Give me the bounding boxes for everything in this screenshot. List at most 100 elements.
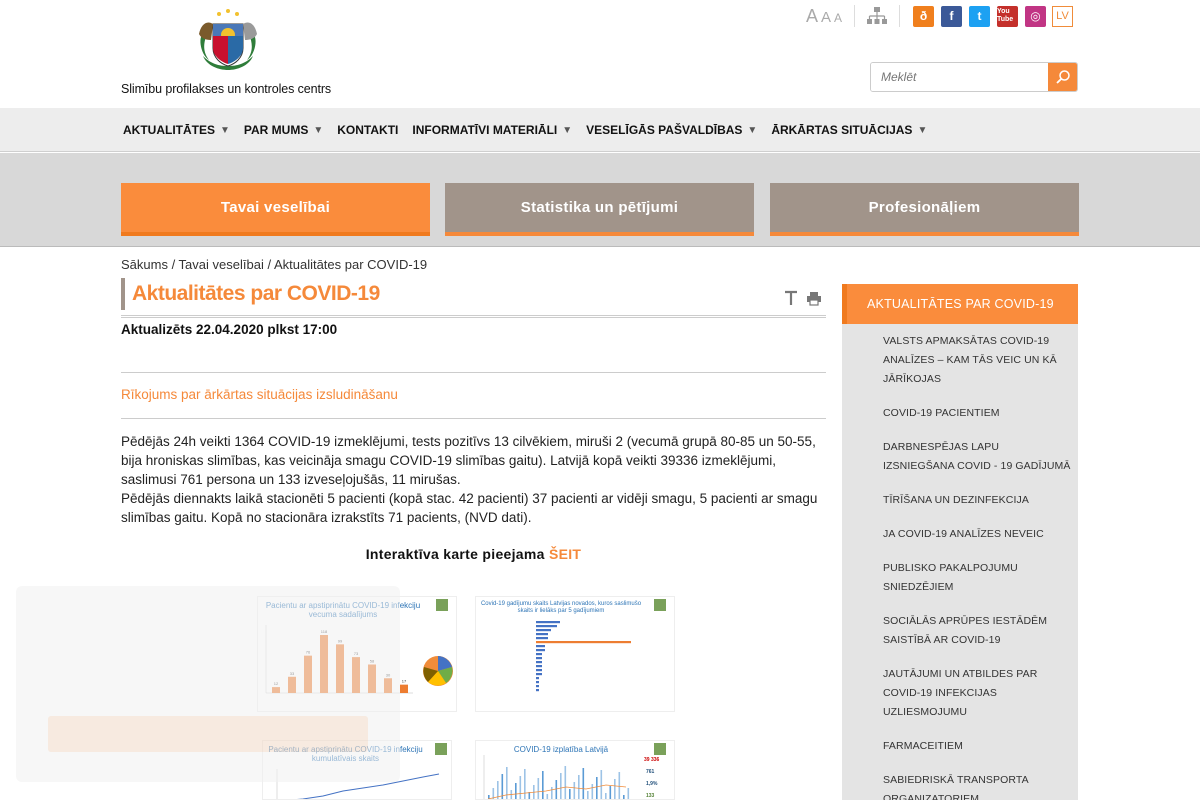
spread-bar bbox=[546, 794, 549, 799]
social-links: ð f t You Tube ◎ bbox=[913, 5, 1046, 27]
spread-bar bbox=[564, 766, 567, 799]
sidebar-item-cleaning[interactable]: Tīrīšana un dezinfekcija bbox=[883, 491, 1073, 510]
summary-paragraph-tests: Pēdējās 24h veikti 1364 COVID-19 izmeklē… bbox=[121, 434, 816, 487]
sidebar-item-faq[interactable]: Jautājumi un atbildes par COVID-19 infek… bbox=[883, 665, 1073, 722]
page-title-block: Aktualitātes par COVID-19 bbox=[121, 278, 826, 318]
search-icon bbox=[1055, 70, 1070, 84]
spread-bar bbox=[573, 782, 576, 799]
sidebar-item-no-tests[interactable]: Ja COVID-19 analīzes neveic bbox=[883, 525, 1073, 544]
nav-item-materials[interactable]: INFORMATĪVI MATERIĀLI ▼ bbox=[412, 123, 572, 137]
region-bar bbox=[536, 685, 539, 688]
spread-bar bbox=[488, 795, 490, 799]
spread-bar bbox=[551, 787, 553, 799]
nav-label: VESELĪGĀS PAŠVALDĪBAS bbox=[586, 123, 743, 137]
language-switch[interactable]: LV bbox=[1052, 5, 1073, 27]
sidebar: AKTUALITĀTES PAR COVID-19 Valsts apmaksā… bbox=[842, 284, 1078, 800]
regions-chart-thumbnail[interactable]: Covid-19 gadījumu skaits Latvijas novado… bbox=[475, 596, 675, 712]
sidebar-heading[interactable]: AKTUALITĀTES PAR COVID-19 bbox=[842, 284, 1078, 324]
spread-bar bbox=[587, 791, 589, 799]
covid-summary-text: Pēdējās 24h veikti 1364 COVID-19 izmeklē… bbox=[121, 432, 821, 527]
spread-bar bbox=[569, 789, 571, 799]
map-link[interactable]: ŠEIT bbox=[549, 546, 581, 562]
sidebar-item-sick-leave[interactable]: Darbnespējas lapu izsniegšana COVID - 19… bbox=[883, 438, 1073, 476]
region-bar bbox=[536, 649, 545, 652]
spread-stat-cases: 761 bbox=[646, 769, 655, 775]
sidebar-item-social-care[interactable]: Sociālās aprūpes iestādēm saistībā ar CO… bbox=[883, 612, 1073, 650]
facebook-icon[interactable]: f bbox=[941, 5, 962, 27]
text-size-icon[interactable] bbox=[784, 290, 798, 306]
spread-bar bbox=[555, 780, 558, 799]
twitter-icon[interactable]: t bbox=[969, 5, 990, 27]
sidebar-item-free-tests[interactable]: Valsts apmaksātas COVID-19 analīzes – ka… bbox=[883, 332, 1073, 389]
search-input[interactable] bbox=[871, 63, 1048, 91]
age-bar bbox=[400, 684, 408, 693]
sidebar-list: Valsts apmaksātas COVID-19 analīzes – ka… bbox=[883, 332, 1073, 800]
map-text: Interaktīva karte pieejama bbox=[365, 546, 545, 562]
nav-item-emergencies[interactable]: ĀRKĀRTAS SITUĀCIJAS ▼ bbox=[771, 123, 927, 137]
region-bar bbox=[536, 665, 542, 668]
sidebar-item-patients[interactable]: COVID-19 pacientiem bbox=[883, 404, 1073, 423]
spread-bar bbox=[537, 778, 540, 799]
spread-bar bbox=[578, 775, 580, 799]
spread-chart-thumbnail[interactable]: COVID-19 izplatība Latvijā 39 336 761 1,… bbox=[475, 740, 675, 800]
spread-bar bbox=[510, 790, 513, 799]
region-bar bbox=[536, 645, 545, 648]
chevron-down-icon: ▼ bbox=[220, 124, 230, 136]
region-bar bbox=[536, 633, 548, 636]
region-bar bbox=[536, 625, 557, 628]
spread-bar bbox=[519, 776, 522, 799]
font-size-medium-button[interactable]: A bbox=[821, 9, 831, 26]
site-header: Slimību profilakses un kontroles centrs … bbox=[0, 0, 1200, 108]
sidebar-item-pharmacists[interactable]: Farmaceitiem bbox=[883, 737, 1073, 756]
region-bar bbox=[536, 689, 539, 692]
regions-bar-chart bbox=[536, 599, 666, 692]
chevron-down-icon: ▼ bbox=[562, 124, 573, 136]
nav-label: ĀRKĀRTAS SITUĀCIJAS bbox=[771, 123, 913, 137]
youtube-icon[interactable]: You Tube bbox=[997, 5, 1018, 27]
coat-of-arms-icon bbox=[199, 9, 257, 70]
nav-item-about[interactable]: PAR MUMS ▼ bbox=[244, 123, 323, 137]
header-toolbar: A A A ð f t You Tube ◎ LV bbox=[806, 4, 1073, 28]
spread-bar bbox=[614, 779, 616, 799]
font-size-small-button[interactable]: A bbox=[834, 11, 842, 25]
spread-bar bbox=[623, 795, 625, 799]
font-size-large-button[interactable]: A bbox=[806, 6, 818, 27]
nav-label: KONTAKTI bbox=[337, 123, 399, 137]
divider bbox=[121, 418, 826, 419]
sidebar-item-public-services[interactable]: Publisko pakalpojumu sniedzējiem bbox=[883, 559, 1073, 597]
search-button[interactable] bbox=[1048, 63, 1077, 91]
spread-bar bbox=[582, 768, 585, 799]
tab-professionals[interactable]: Profesionāļiem bbox=[770, 183, 1079, 236]
page-title: Aktualitātes par COVID-19 bbox=[132, 282, 380, 305]
font-size-controls: A A A bbox=[806, 6, 846, 27]
chevron-down-icon: ▼ bbox=[313, 124, 324, 136]
instagram-icon[interactable]: ◎ bbox=[1025, 5, 1046, 27]
age-bar-label: 17 bbox=[402, 679, 407, 684]
tab-for-your-health[interactable]: Tavai veselībai bbox=[121, 183, 430, 236]
site-logo[interactable]: Slimību profilakses un kontroles centrs bbox=[121, 4, 341, 96]
region-bar bbox=[536, 677, 539, 680]
nav-item-healthy-municipalities[interactable]: VESELĪGĀS PAŠVALDĪBAS ▼ bbox=[586, 123, 757, 137]
sitemap-icon[interactable] bbox=[866, 6, 888, 26]
page-tools bbox=[784, 290, 822, 306]
emergency-order-link[interactable]: Rīkojums par ārkārtas situācijas izsludi… bbox=[121, 387, 398, 402]
spread-stat-rate: 1,9% bbox=[646, 781, 658, 787]
nav-item-news[interactable]: AKTUALITĀTES ▼ bbox=[123, 123, 230, 137]
nav-label: AKTUALITĀTES bbox=[123, 123, 215, 137]
print-icon[interactable] bbox=[806, 291, 822, 306]
nav-item-contacts[interactable]: KONTAKTI bbox=[337, 123, 398, 137]
draugiem-icon[interactable]: ð bbox=[913, 5, 934, 27]
breadcrumb[interactable]: Sākums / Tavai veselībai / Aktualitātes … bbox=[121, 257, 427, 272]
interactive-map-line: Interaktīva karte pieejama ŠEIT bbox=[121, 546, 826, 562]
sidebar-item-transport[interactable]: Sabiedriskā transporta organizatoriem bbox=[883, 771, 1073, 800]
main-navigation: AKTUALITĀTES ▼ PAR MUMS ▼ KONTAKTI INFORMA… bbox=[0, 108, 1200, 152]
spread-bar bbox=[524, 769, 526, 799]
region-bar bbox=[536, 653, 542, 656]
divider bbox=[121, 372, 826, 373]
tab-statistics-research[interactable]: Statistika un pētījumi bbox=[445, 183, 754, 236]
spread-bar bbox=[515, 783, 517, 799]
region-bar bbox=[536, 621, 560, 624]
spread-bar bbox=[600, 770, 603, 799]
cookie-accept-button[interactable] bbox=[48, 716, 368, 752]
spread-stat-recovered: 133 bbox=[646, 793, 655, 799]
